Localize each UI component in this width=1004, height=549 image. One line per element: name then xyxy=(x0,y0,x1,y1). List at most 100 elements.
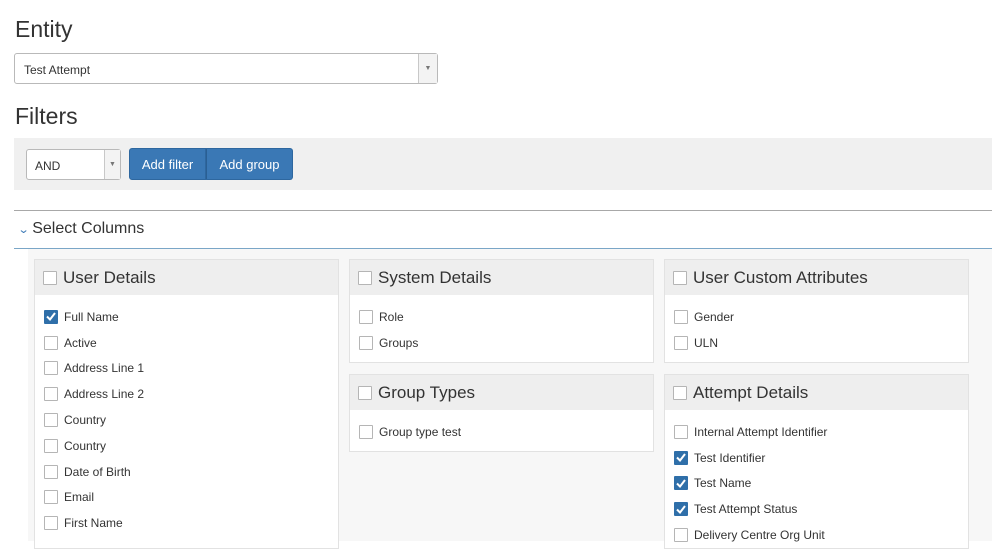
column-checkbox[interactable] xyxy=(674,476,688,491)
column-option-test-identifier[interactable]: Test Identifier xyxy=(665,445,968,471)
filter-bar: AND ▼ Add filter Add group xyxy=(14,138,992,190)
column-option-country[interactable]: Country xyxy=(35,407,338,433)
panel-select-all-checkbox[interactable] xyxy=(673,270,687,285)
panel-title: Group Types xyxy=(378,382,476,402)
panel-title: Attempt Details xyxy=(693,382,809,402)
entity-select[interactable]: Test Attempt ▼ xyxy=(14,53,438,84)
column-checkbox[interactable] xyxy=(674,424,688,439)
operator-select-value: AND xyxy=(35,159,61,173)
column-option-country[interactable]: Country xyxy=(35,433,338,459)
column-checkbox[interactable] xyxy=(44,361,58,376)
column-label: Country xyxy=(64,413,107,428)
panel-select-all-checkbox[interactable] xyxy=(358,270,372,285)
column-option-address-line-1[interactable]: Address Line 1 xyxy=(35,356,338,382)
panel-select-all-checkbox[interactable] xyxy=(43,270,57,285)
column-checkbox[interactable] xyxy=(359,424,373,439)
column-option-test-attempt-status[interactable]: Test Attempt Status xyxy=(665,496,968,522)
column-label: Address Line 1 xyxy=(64,361,145,376)
column-checkbox[interactable] xyxy=(674,502,688,517)
column-list: Full Name Active Address Line 1 Address Lin… xyxy=(35,295,338,536)
checkmark-icon xyxy=(676,505,686,514)
entity-select-arrow[interactable]: ▼ xyxy=(418,54,437,83)
column-checkbox[interactable] xyxy=(44,413,58,428)
column-label: Group type test xyxy=(379,424,462,439)
column-label: Full Name xyxy=(64,309,119,324)
column-option-delivery-centre-org-unit[interactable]: Delivery Centre Org Unit xyxy=(665,522,968,548)
column-label: Country xyxy=(64,438,107,453)
caret-down-icon: ▼ xyxy=(109,161,116,168)
column-option-date-of-birth[interactable]: Date of Birth xyxy=(35,459,338,485)
select-columns-toggle[interactable]: ⌄ Select Columns xyxy=(17,220,145,238)
panel-system-details: System Details Role Groups xyxy=(349,259,654,363)
column-label: Test Identifier xyxy=(694,450,766,465)
column-checkbox[interactable] xyxy=(44,516,58,531)
entity-heading: Entity xyxy=(15,16,73,42)
column-label: Active xyxy=(64,335,97,350)
checkmark-icon xyxy=(46,312,56,322)
column-label: Internal Attempt Identifier xyxy=(694,424,828,439)
panel-header[interactable]: System Details xyxy=(350,260,653,295)
panel-user-details: User Details Full Name Active Address Line … xyxy=(34,259,339,549)
column-option-groups[interactable]: Groups xyxy=(350,330,653,356)
column-checkbox[interactable] xyxy=(44,309,58,324)
panel-select-all-checkbox[interactable] xyxy=(673,385,687,400)
column-checkbox[interactable] xyxy=(44,464,58,479)
operator-select-arrow[interactable]: ▼ xyxy=(104,150,120,179)
column-label: Delivery Centre Org Unit xyxy=(694,528,825,543)
panel-group-types: Group Types Group type test xyxy=(349,374,654,452)
panel-header[interactable]: User Details xyxy=(35,260,338,295)
column-checkbox[interactable] xyxy=(674,450,688,465)
column-checkbox[interactable] xyxy=(359,335,373,350)
chevron-down-icon: ⌄ xyxy=(17,223,30,236)
panel-header[interactable]: Group Types xyxy=(350,375,653,410)
column-label: First Name xyxy=(64,516,123,531)
operator-select[interactable]: AND ▼ xyxy=(26,149,121,180)
column-option-full-name[interactable]: Full Name xyxy=(35,304,338,330)
panel-title: User Custom Attributes xyxy=(693,267,868,287)
column-option-internal-attempt-identifier[interactable]: Internal Attempt Identifier xyxy=(665,419,968,445)
panel-header[interactable]: Attempt Details xyxy=(665,375,968,410)
column-checkbox[interactable] xyxy=(359,309,373,324)
filters-heading: Filters xyxy=(15,103,78,129)
column-list: Group type test xyxy=(350,410,653,445)
column-label: ULN xyxy=(694,335,719,350)
column-checkbox[interactable] xyxy=(674,335,688,350)
panel-title: System Details xyxy=(378,267,492,287)
checkmark-icon xyxy=(676,453,686,463)
column-label: Date of Birth xyxy=(64,464,131,479)
column-list: Role Groups xyxy=(350,295,653,356)
column-option-first-name[interactable]: First Name xyxy=(35,510,338,536)
column-option-uln[interactable]: ULN xyxy=(665,330,968,356)
column-label: Email xyxy=(64,490,95,505)
panel-title: User Details xyxy=(63,267,156,287)
entity-select-value: Test Attempt xyxy=(24,63,91,77)
column-list: Gender ULN xyxy=(665,295,968,356)
column-option-email[interactable]: Email xyxy=(35,485,338,511)
column-checkbox[interactable] xyxy=(674,309,688,324)
column-label: Gender xyxy=(694,309,735,324)
panel-attempt-details: Attempt Details Internal Attempt Identifi… xyxy=(664,374,969,549)
column-label: Test Name xyxy=(694,476,752,491)
column-label: Test Attempt Status xyxy=(694,502,798,517)
column-option-group-type-test[interactable]: Group type test xyxy=(350,419,653,445)
column-option-role[interactable]: Role xyxy=(350,304,653,330)
column-label: Role xyxy=(379,309,404,324)
filter-button-group: Add filter Add group xyxy=(129,148,293,180)
add-filter-button[interactable]: Add filter xyxy=(129,148,206,180)
column-label: Address Line 2 xyxy=(64,387,145,402)
column-option-test-name[interactable]: Test Name xyxy=(665,471,968,497)
column-checkbox[interactable] xyxy=(674,528,688,543)
panel-select-all-checkbox[interactable] xyxy=(358,385,372,400)
panel-user-custom-attributes: User Custom Attributes Gender ULN xyxy=(664,259,969,363)
column-checkbox[interactable] xyxy=(44,335,58,350)
section-divider xyxy=(14,210,992,211)
column-option-active[interactable]: Active xyxy=(35,330,338,356)
column-option-gender[interactable]: Gender xyxy=(665,304,968,330)
column-checkbox[interactable] xyxy=(44,387,58,402)
column-checkbox[interactable] xyxy=(44,490,58,505)
column-option-address-line-2[interactable]: Address Line 2 xyxy=(35,381,338,407)
column-label: Groups xyxy=(379,335,419,350)
column-checkbox[interactable] xyxy=(44,438,58,453)
add-group-button[interactable]: Add group xyxy=(206,148,293,180)
panel-header[interactable]: User Custom Attributes xyxy=(665,260,968,295)
